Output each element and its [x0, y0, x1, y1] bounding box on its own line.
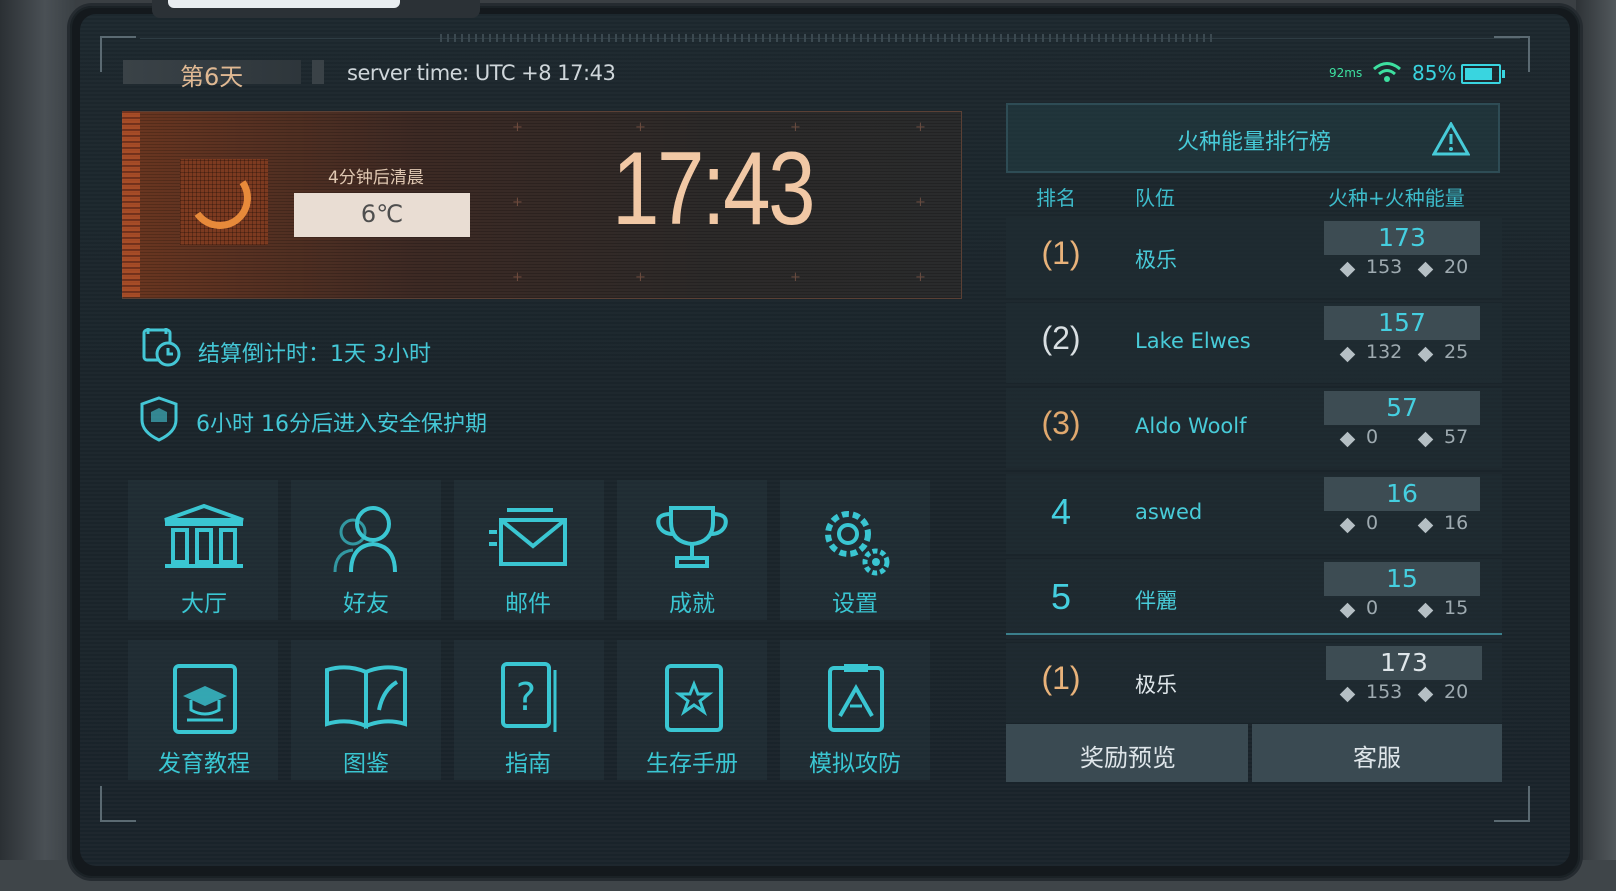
my-rank-divider: [1006, 633, 1502, 635]
menu-item-label: 设置: [832, 591, 878, 617]
fire-seed-count: 0: [1366, 426, 1379, 448]
background-left: [0, 0, 75, 891]
fire-energy-count: 20: [1444, 256, 1469, 278]
fire-seed-count: 132: [1366, 341, 1403, 363]
team-name: 伴麗: [1135, 589, 1177, 613]
fire-seed-count: 153: [1366, 681, 1403, 703]
background-right: [1576, 0, 1616, 891]
panel-cross-icon: +: [915, 270, 926, 285]
battery-icon: [1461, 64, 1505, 84]
team-name: aswed: [1135, 500, 1203, 524]
panel-cross-icon: +: [512, 195, 523, 210]
team-name: 极乐: [1135, 673, 1177, 697]
team-name: 极乐: [1135, 248, 1177, 272]
settlement-countdown: 结算倒计时：1天 3小时: [198, 342, 431, 367]
menu-item-label: 生存手册: [646, 751, 738, 777]
menu-item-label: 好友: [343, 591, 389, 617]
wifi-icon: [1373, 62, 1401, 82]
team-name: Aldo Woolf: [1135, 414, 1247, 438]
notch-highlight: [168, 0, 400, 8]
weather-panel-edge: [122, 111, 140, 297]
countdown-icon: [142, 328, 181, 367]
battery-percent: 85%: [1412, 61, 1457, 85]
clear-label: 4分钟后清晨: [328, 168, 424, 188]
panel-cross-icon: +: [915, 120, 926, 135]
hall-icon: [159, 502, 249, 576]
fire-energy-count: 20: [1444, 681, 1469, 703]
codex-icon: [321, 660, 411, 734]
warning-icon[interactable]: [1432, 122, 1470, 156]
day-box-accent: [312, 60, 324, 84]
ping-label: 92ms: [1329, 66, 1363, 80]
svg-text:?: ?: [516, 675, 536, 719]
rank-number: (3): [1041, 405, 1081, 441]
rank-number: (2): [1041, 320, 1081, 356]
game-clock: 17:43: [612, 131, 816, 247]
fire-seed-count: 0: [1366, 512, 1379, 534]
battery-fill: [1465, 68, 1493, 80]
menu-item-label: 发育教程: [158, 751, 250, 777]
team-name: Lake Elwes: [1135, 329, 1251, 353]
trophy-icon: [647, 502, 737, 576]
fire-energy-count: 16: [1444, 512, 1469, 534]
simulation-icon: [810, 660, 900, 740]
battery-nub: [1502, 70, 1505, 78]
survival-manual-icon: [647, 660, 737, 740]
menu-item-label: 邮件: [505, 591, 551, 617]
friends-icon: [321, 502, 411, 580]
frame-corner-bl: [100, 786, 136, 822]
header-rank: 排名: [1036, 186, 1076, 210]
header-score: 火种+火种能量: [1328, 186, 1465, 210]
fire-seed-count: 0: [1366, 597, 1379, 619]
menu-item-label: 指南: [505, 751, 551, 777]
guide-icon: ?: [483, 660, 573, 740]
rank-number: (1): [1041, 660, 1081, 696]
fire-energy-count: 25: [1444, 341, 1469, 363]
rank-number: (1): [1041, 235, 1081, 271]
top-tick-bar: [440, 34, 1216, 42]
panel-cross-icon: +: [512, 120, 523, 135]
total-score: 157: [1378, 308, 1426, 337]
fire-energy-count: 15: [1444, 597, 1469, 619]
gear-icon: [810, 502, 900, 586]
panel-cross-icon: +: [635, 270, 646, 285]
shield-icon: [140, 396, 178, 442]
total-score: 16: [1386, 479, 1418, 508]
total-score: 57: [1386, 393, 1418, 422]
menu-item-label: 图鉴: [343, 751, 389, 777]
total-score: 173: [1380, 648, 1428, 677]
rank-number: 4: [1050, 491, 1072, 532]
menu-item-label: 成就: [669, 591, 715, 617]
day-label: 第6天: [180, 63, 244, 91]
protection-period: 6小时 16分后进入安全保护期: [196, 412, 487, 437]
fire-seed-count: 153: [1366, 256, 1403, 278]
ranking-title: 火种能量排行榜: [1176, 130, 1331, 155]
frame-corner-br: [1494, 786, 1530, 822]
server-time: server time: UTC +8 17:43: [347, 61, 616, 85]
temperature: 6℃: [360, 200, 404, 228]
menu-item-label: 模拟攻防: [809, 751, 901, 777]
header-team: 队伍: [1135, 186, 1175, 210]
fire-energy-count: 57: [1444, 426, 1469, 448]
panel-cross-icon: +: [512, 270, 523, 285]
rank-number: 5: [1050, 576, 1072, 617]
total-score: 15: [1386, 564, 1418, 593]
total-score: 173: [1378, 223, 1426, 252]
mail-icon: [483, 502, 573, 576]
reward-preview-label: 奖励预览: [1080, 744, 1176, 772]
menu-item-label: 大厅: [181, 591, 227, 617]
panel-cross-icon: +: [915, 195, 926, 210]
customer-service-label: 客服: [1353, 744, 1401, 772]
panel-cross-icon: +: [790, 270, 801, 285]
tutorial-icon: [159, 660, 249, 740]
